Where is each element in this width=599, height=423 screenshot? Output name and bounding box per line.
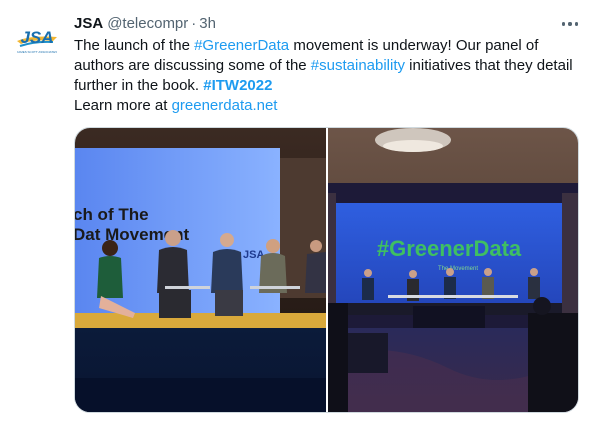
external-link[interactable]: greenerdata.net xyxy=(172,97,278,114)
avatar[interactable]: JSA JAMES SCOTT ASSOCIATES xyxy=(13,15,61,63)
screen-hashtag: #GreenerData xyxy=(377,236,522,261)
author-name[interactable]: JSA xyxy=(74,14,103,34)
more-horizontal-icon[interactable] xyxy=(556,12,584,36)
photo-panel-stage-closeup[interactable]: ch of The Dat Movement JSA xyxy=(75,128,326,412)
jsa-logo-icon: JSA JAMES SCOTT ASSOCIATES xyxy=(13,15,61,63)
tweet-header: JSA @telecompr · 3h xyxy=(74,14,216,34)
author-handle[interactable]: @telecompr xyxy=(107,14,188,34)
hashtag-sustainability[interactable]: #sustainability xyxy=(311,57,405,74)
tweet-timestamp[interactable]: 3h xyxy=(199,14,216,34)
text-segment: The launch of the xyxy=(74,37,195,54)
screen-text-line1: ch of The xyxy=(75,205,149,224)
screen-subtitle: The Movement xyxy=(438,266,478,272)
separator-dot: · xyxy=(191,15,197,32)
photo-image: #GreenerData The Movement xyxy=(328,128,578,412)
hashtag-greenerdata[interactable]: #GreenerData xyxy=(194,37,289,54)
photo-image: ch of The Dat Movement JSA xyxy=(75,128,326,412)
chandelier xyxy=(375,128,451,152)
tweet: JSA JAMES SCOTT ASSOCIATES JSA @telecomp… xyxy=(0,0,599,423)
learn-more-text: Learn more at xyxy=(74,97,172,114)
logo-text: JSA xyxy=(20,28,53,47)
logo-subtext: JAMES SCOTT ASSOCIATES xyxy=(17,50,58,54)
tweet-text: The launch of the #GreenerData movement … xyxy=(74,36,579,116)
photo-panel-wide-room[interactable]: #GreenerData The Movement xyxy=(328,128,578,412)
media-grid: ch of The Dat Movement JSA #GreenerData … xyxy=(74,127,579,413)
hashtag-itw2022[interactable]: #ITW2022 xyxy=(203,77,272,94)
